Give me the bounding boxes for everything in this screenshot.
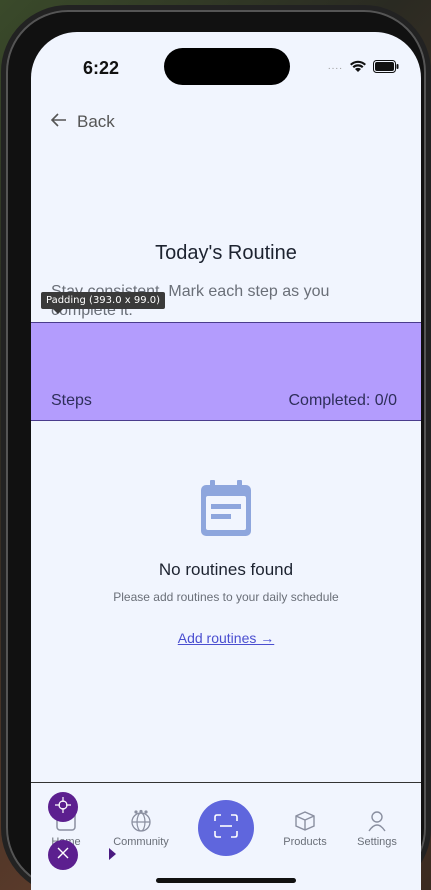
nav-label-products: Products — [283, 836, 327, 848]
nav-label-community: Community — [113, 836, 169, 848]
crosshair-icon — [55, 796, 71, 818]
nav-divider — [31, 782, 421, 783]
close-icon — [57, 846, 69, 864]
globe-icon — [106, 808, 176, 834]
inspector-close-button[interactable] — [48, 840, 78, 870]
back-button[interactable]: Back — [50, 112, 115, 132]
scan-button[interactable] — [198, 800, 254, 856]
signal-dots: .... — [327, 61, 343, 72]
box-icon — [270, 808, 340, 834]
phone-frame: 6:22 .... Back Today's Routine Stay cons… — [6, 10, 426, 890]
back-label: Back — [77, 112, 115, 131]
user-icon — [342, 808, 412, 834]
calendar-icon — [201, 480, 251, 541]
battery-icon — [373, 60, 399, 73]
empty-state-description: Please add routines to your daily schedu… — [113, 590, 339, 604]
empty-state-title: No routines found — [158, 560, 294, 579]
status-indicators: .... — [328, 60, 399, 73]
steps-header: Steps Completed: 0/0 — [31, 322, 421, 421]
dynamic-island — [164, 48, 290, 85]
scan-icon — [213, 813, 239, 844]
add-routines-link[interactable]: Add routines → — [31, 630, 421, 646]
home-indicator — [156, 878, 296, 883]
nav-item-community[interactable]: Community — [106, 808, 176, 848]
arrow-left-icon — [50, 112, 67, 132]
status-time: 6:22 — [83, 58, 120, 78]
play-icon[interactable] — [109, 848, 116, 860]
nav-label-settings: Settings — [357, 836, 397, 848]
inspector-crosshair-button[interactable] — [48, 792, 78, 822]
nav-item-settings[interactable]: Settings — [342, 808, 412, 848]
app-screen: 6:22 .... Back Today's Routine Stay cons… — [31, 32, 421, 890]
steps-label: Steps — [51, 392, 92, 409]
completed-count: Completed: 0/0 — [288, 392, 397, 409]
nav-item-products[interactable]: Products — [270, 808, 340, 848]
debug-padding-tooltip: Padding (393.0 x 99.0) — [41, 292, 166, 314]
page-title: Today's Routine — [155, 242, 297, 264]
wifi-icon — [349, 60, 367, 73]
